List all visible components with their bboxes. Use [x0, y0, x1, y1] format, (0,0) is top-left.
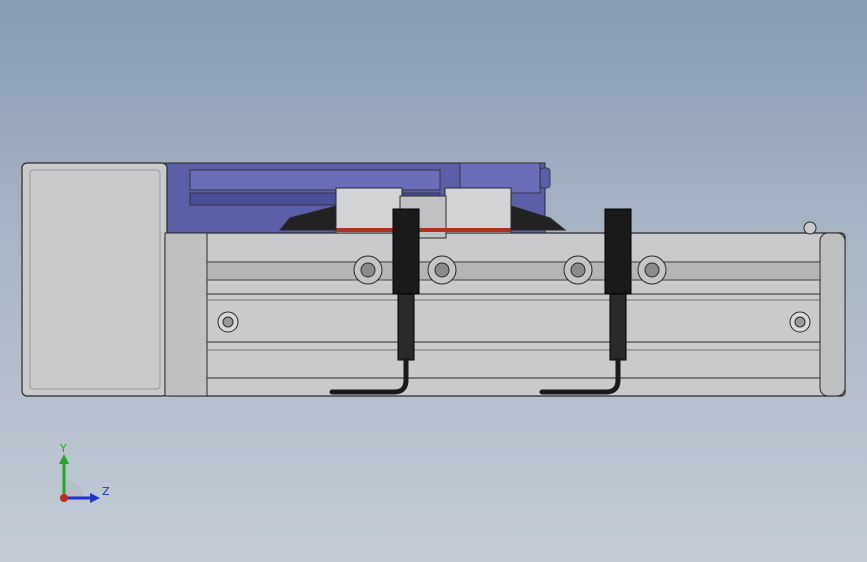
- linear-actuator-body[interactable]: [164, 221, 846, 397]
- motor-housing[interactable]: [21, 162, 168, 397]
- axis-y-label: Y: [60, 442, 67, 455]
- actuator-model[interactable]: [0, 0, 867, 562]
- triad-axes-icon: [59, 454, 100, 503]
- cad-viewport[interactable]: Y Z: [0, 0, 867, 562]
- coordinate-triad[interactable]: Y Z: [48, 440, 118, 510]
- axis-z-label: Z: [102, 485, 110, 498]
